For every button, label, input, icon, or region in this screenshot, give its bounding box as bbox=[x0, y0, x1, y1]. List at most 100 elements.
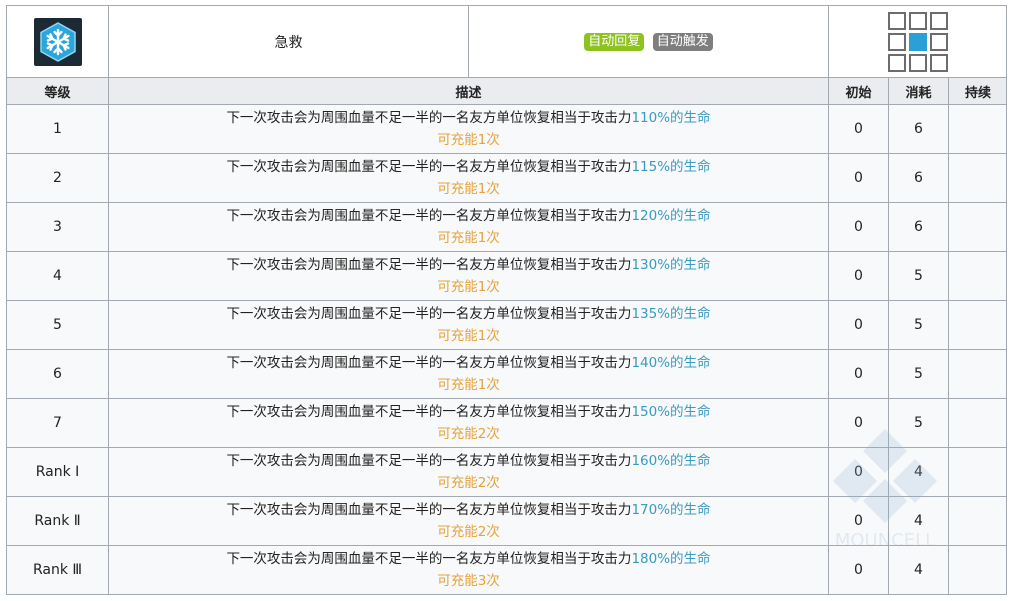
level-label: 7 bbox=[53, 415, 62, 431]
description-cell: 下一次攻击会为周围血量不足一半的一名友方单位恢复相当于攻击力110%的生命可充能… bbox=[108, 104, 829, 154]
description-prefix: 下一次攻击会为周围血量不足一半的一名友方单位恢复相当于攻击力 bbox=[226, 355, 632, 371]
duration-cell bbox=[947, 153, 1006, 203]
initial-value: 0 bbox=[854, 170, 863, 186]
description-cell: 下一次攻击会为周围血量不足一半的一名友方单位恢复相当于攻击力140%的生命 可充能… bbox=[108, 349, 829, 399]
level-cell: Rank Ⅱ bbox=[7, 496, 109, 546]
level-label: 5 bbox=[53, 317, 62, 333]
recovery-type-badge: 自动回复 bbox=[584, 32, 645, 51]
header-level: 等级 bbox=[7, 77, 109, 105]
cost-value: 4 bbox=[914, 513, 923, 529]
description-cell: 下一次攻击会为周围血量不足一半的一名友方单位恢复相当于攻击力130%的生命 可充能… bbox=[108, 251, 829, 301]
snowflake-skill-icon bbox=[33, 17, 82, 66]
skill-table-container: 急救 自动回复 自动触发 等级 描述 初始 消耗 持续 1 下一次攻击会为周围血量… bbox=[6, 5, 1007, 595]
description-text: 下一次攻击会为周围血量不足一半的一名友方单位恢复相当于攻击力150%的生命 bbox=[109, 401, 828, 423]
column-header-row: 等级 描述 初始 消耗 持续 bbox=[7, 77, 1006, 105]
charge-text: 可充能2次 bbox=[437, 524, 500, 540]
range-cell-empty bbox=[888, 32, 906, 51]
initial-value: 0 bbox=[854, 415, 863, 431]
charge-text: 可充能1次 bbox=[437, 230, 500, 246]
heal-value: 140%的生命 bbox=[631, 355, 711, 371]
heal-value: 120%的生命 bbox=[631, 208, 711, 224]
description-text: 下一次攻击会为周围血量不足一半的一名友方单位恢复相当于攻击力140%的生命 bbox=[109, 352, 828, 374]
skill-type-cell: 自动回复 自动触发 bbox=[468, 6, 829, 78]
skill-table: 急救 自动回复 自动触发 等级 描述 初始 消耗 持续 1 下一次攻击会为周围血量… bbox=[7, 6, 1006, 594]
description-text: 下一次攻击会为周围血量不足一半的一名友方单位恢复相当于攻击力135%的生命 bbox=[109, 303, 828, 325]
description-prefix: 下一次攻击会为周围血量不足一半的一名友方单位恢复相当于攻击力 bbox=[226, 208, 632, 224]
heal-value: 130%的生命 bbox=[631, 257, 711, 273]
cost-value: 4 bbox=[914, 562, 923, 578]
range-cell bbox=[827, 6, 1006, 78]
cost-value: 6 bbox=[914, 121, 923, 137]
description-text: 下一次攻击会为周围血量不足一半的一名友方单位恢复相当于攻击力180%的生命 bbox=[109, 548, 828, 570]
cost-value: 5 bbox=[914, 415, 923, 431]
initial-cell: 0 bbox=[828, 545, 889, 594]
initial-cell: 0 bbox=[828, 202, 889, 252]
cost-value: 6 bbox=[914, 219, 923, 235]
table-row: 3 下一次攻击会为周围血量不足一半的一名友方单位恢复相当于攻击力120%的生命可充… bbox=[7, 202, 1006, 252]
charge-text: 可充能2次 bbox=[437, 475, 500, 491]
initial-cell: 0 bbox=[828, 300, 889, 350]
level-label: 3 bbox=[53, 219, 62, 235]
description-cell: 下一次攻击会为周围血量不足一半的一名友方单位恢复相当于攻击力120%的生命可充能… bbox=[108, 202, 829, 252]
cost-value: 5 bbox=[914, 366, 923, 382]
heal-value: 160%的生命 bbox=[631, 453, 711, 469]
range-cell-empty bbox=[930, 11, 948, 30]
trigger-type-badge: 自动触发 bbox=[652, 32, 713, 51]
duration-cell bbox=[947, 300, 1006, 350]
level-rows: 1 下一次攻击会为周围血量不足一半的一名友方单位恢复相当于攻击力110%的生命可充… bbox=[7, 104, 1006, 594]
header-initial: 初始 bbox=[828, 77, 889, 105]
initial-value: 0 bbox=[854, 562, 863, 578]
charge-text: 可充能2次 bbox=[437, 426, 500, 442]
description-cell: 下一次攻击会为周围血量不足一半的一名友方单位恢复相当于攻击力180%的生命 可充能… bbox=[108, 545, 829, 594]
description-prefix: 下一次攻击会为周围血量不足一半的一名友方单位恢复相当于攻击力 bbox=[226, 110, 632, 126]
header-description: 描述 bbox=[108, 77, 829, 105]
description-cell: 下一次攻击会为周围血量不足一半的一名友方单位恢复相当于攻击力135%的生命 可充能… bbox=[108, 300, 829, 350]
duration-cell bbox=[947, 202, 1006, 252]
level-label: 6 bbox=[53, 366, 62, 382]
table-row: Rank Ⅰ 下一次攻击会为周围血量不足一半的一名友方单位恢复相当于攻击力160%… bbox=[7, 447, 1006, 497]
level-label: 2 bbox=[53, 170, 62, 186]
cost-value: 4 bbox=[914, 464, 923, 480]
description-cell: 下一次攻击会为周围血量不足一半的一名友方单位恢复相当于攻击力150%的生命可充能… bbox=[108, 398, 829, 448]
range-cell-empty bbox=[930, 32, 948, 51]
cost-cell: 6 bbox=[888, 153, 949, 203]
initial-value: 0 bbox=[854, 268, 863, 284]
duration-cell bbox=[947, 447, 1006, 497]
initial-cell: 0 bbox=[828, 349, 889, 399]
table-row: Rank Ⅲ 下一次攻击会为周围血量不足一半的一名友方单位恢复相当于攻击力180%… bbox=[7, 545, 1006, 594]
description-text: 下一次攻击会为周围血量不足一半的一名友方单位恢复相当于攻击力130%的生命 bbox=[109, 254, 828, 276]
cost-cell: 4 bbox=[888, 545, 949, 594]
snowflake-icon bbox=[39, 21, 76, 62]
level-label: Rank Ⅱ bbox=[34, 513, 81, 529]
description-prefix: 下一次攻击会为周围血量不足一半的一名友方单位恢复相当于攻击力 bbox=[226, 306, 632, 322]
charge-text: 可充能1次 bbox=[437, 132, 500, 148]
initial-value: 0 bbox=[854, 513, 863, 529]
initial-value: 0 bbox=[854, 219, 863, 235]
table-row: 7 下一次攻击会为周围血量不足一半的一名友方单位恢复相当于攻击力150%的生命可充… bbox=[7, 398, 1006, 448]
table-row: 4 下一次攻击会为周围血量不足一半的一名友方单位恢复相当于攻击力130%的生命 可充… bbox=[7, 251, 1006, 301]
initial-cell: 0 bbox=[828, 251, 889, 301]
level-label: 1 bbox=[53, 121, 62, 137]
level-cell: 3 bbox=[7, 202, 109, 252]
cost-cell: 5 bbox=[888, 349, 949, 399]
description-cell: 下一次攻击会为周围血量不足一半的一名友方单位恢复相当于攻击力115%的生命可充能… bbox=[108, 153, 829, 203]
range-cell-self bbox=[909, 32, 927, 51]
initial-cell: 0 bbox=[828, 153, 889, 203]
description-text: 下一次攻击会为周围血量不足一半的一名友方单位恢复相当于攻击力110%的生命 bbox=[109, 107, 828, 129]
heal-value: 150%的生命 bbox=[631, 404, 711, 420]
table-row: Rank Ⅱ 下一次攻击会为周围血量不足一半的一名友方单位恢复相当于攻击力170%… bbox=[7, 496, 1006, 546]
description-text: 下一次攻击会为周围血量不足一半的一名友方单位恢复相当于攻击力115%的生命 bbox=[109, 156, 828, 178]
heal-value: 115%的生命 bbox=[631, 159, 711, 175]
description-text: 下一次攻击会为周围血量不足一半的一名友方单位恢复相当于攻击力120%的生命 bbox=[109, 205, 828, 227]
charge-text: 可充能1次 bbox=[437, 181, 500, 197]
description-prefix: 下一次攻击会为周围血量不足一半的一名友方单位恢复相当于攻击力 bbox=[226, 257, 632, 273]
duration-cell bbox=[947, 104, 1006, 154]
heal-value: 180%的生命 bbox=[631, 551, 711, 567]
table-row: 6 下一次攻击会为周围血量不足一半的一名友方单位恢复相当于攻击力140%的生命 可充… bbox=[7, 349, 1006, 399]
level-cell: 5 bbox=[7, 300, 109, 350]
header-duration: 持续 bbox=[947, 77, 1006, 105]
skill-icon-cell bbox=[7, 6, 109, 78]
description-prefix: 下一次攻击会为周围血量不足一半的一名友方单位恢复相当于攻击力 bbox=[226, 502, 632, 518]
level-cell: Rank Ⅲ bbox=[7, 545, 109, 594]
description-prefix: 下一次攻击会为周围血量不足一半的一名友方单位恢复相当于攻击力 bbox=[226, 453, 632, 469]
